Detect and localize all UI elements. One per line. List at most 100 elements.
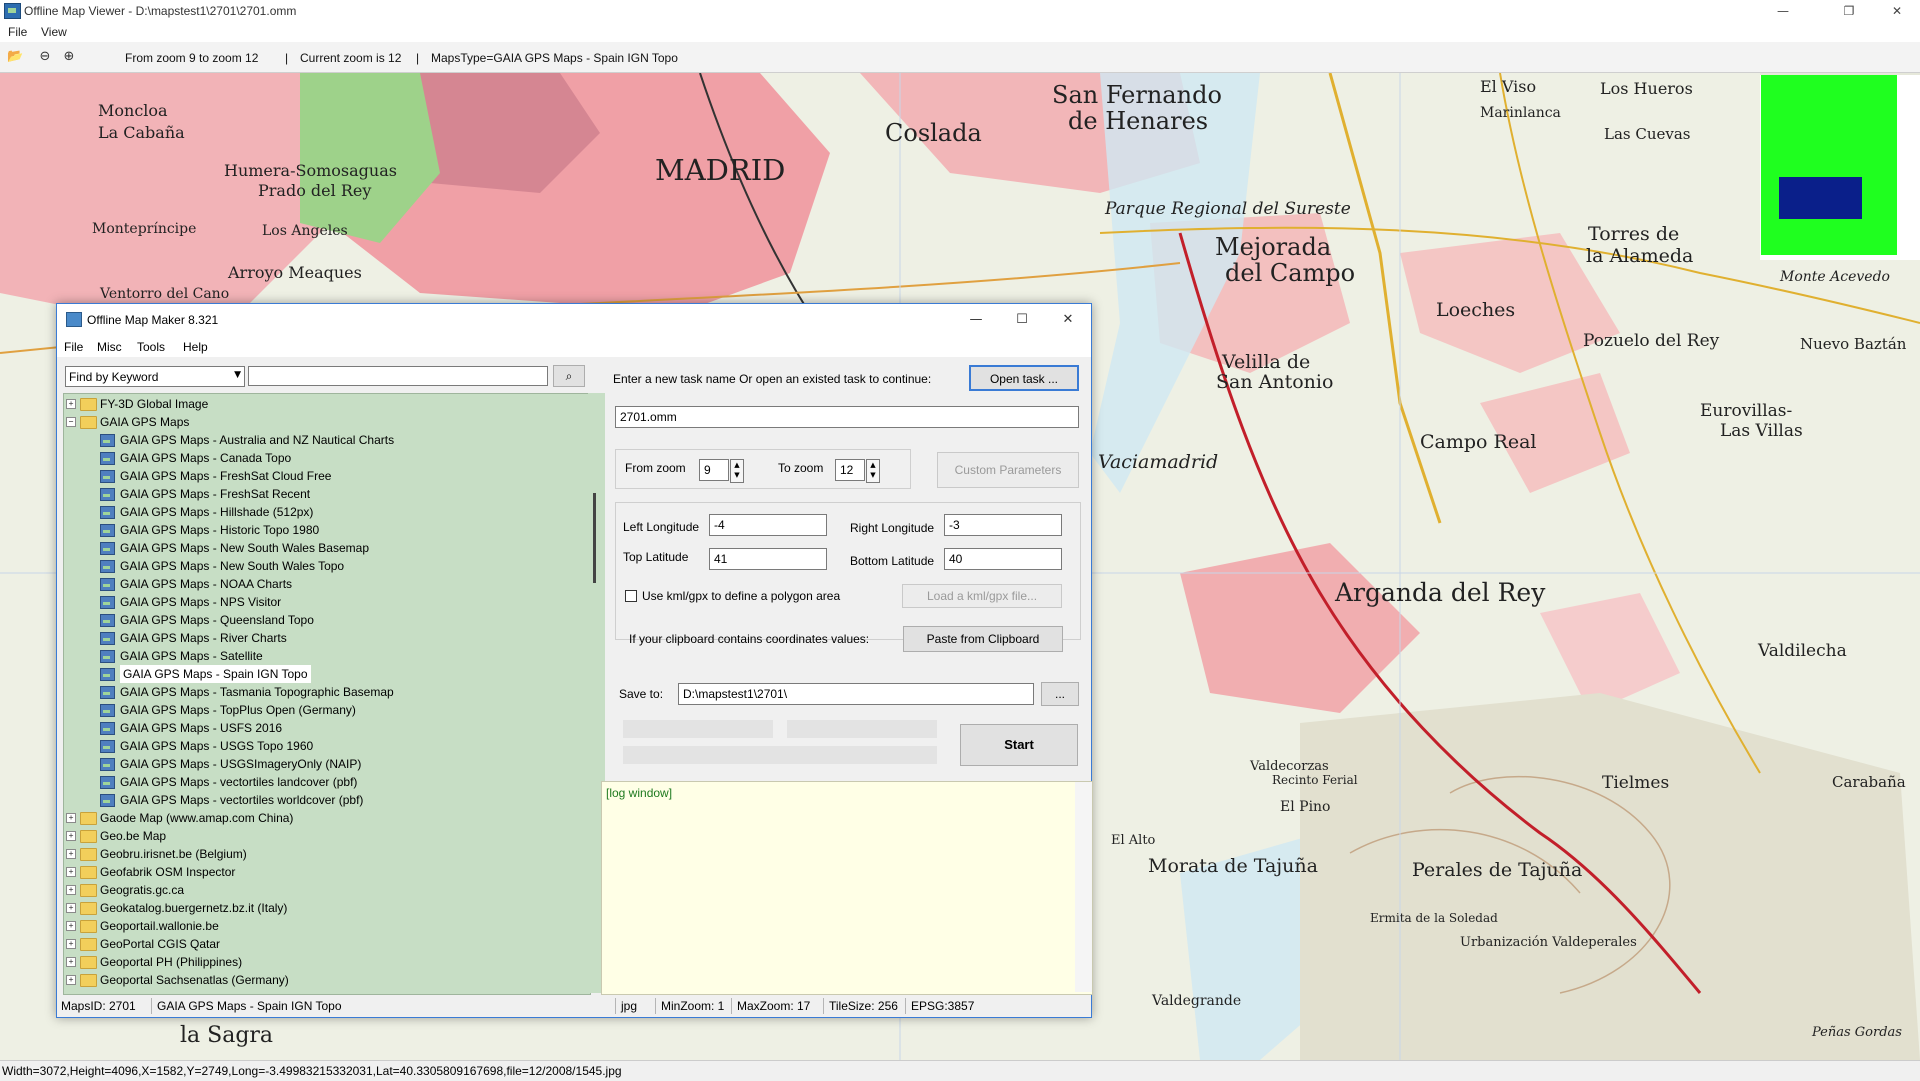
tree-folder-item[interactable]: + FY-3D Global Image bbox=[64, 395, 584, 413]
tree-folder-item[interactable]: + Geogratis.gc.ca bbox=[64, 881, 584, 899]
tree-map-item[interactable]: GAIA GPS Maps - vectortiles worldcover (… bbox=[64, 791, 584, 809]
dialog-minimize-button[interactable]: — bbox=[953, 304, 999, 335]
top-latitude-input[interactable] bbox=[709, 548, 827, 570]
tree-map-item[interactable]: GAIA GPS Maps - Satellite bbox=[64, 647, 584, 665]
tree-map-item[interactable]: GAIA GPS Maps - USGSImageryOnly (NAIP) bbox=[64, 755, 584, 773]
search-button[interactable]: ⌕ bbox=[553, 365, 585, 387]
tree-map-item[interactable]: GAIA GPS Maps - Hillshade (512px) bbox=[64, 503, 584, 521]
close-button[interactable]: ✕ bbox=[1874, 0, 1920, 22]
tree-folder-item[interactable]: + GeoPortal CGIS Qatar bbox=[64, 935, 584, 953]
tree-map-item[interactable]: GAIA GPS Maps - Tasmania Topographic Bas… bbox=[64, 683, 584, 701]
collapse-icon[interactable]: − bbox=[66, 417, 76, 427]
save-path-input[interactable] bbox=[678, 683, 1034, 705]
expand-icon[interactable]: + bbox=[66, 921, 76, 931]
save-to-label: Save to: bbox=[619, 687, 664, 701]
dialog-menu-misc[interactable]: Misc bbox=[97, 340, 122, 354]
restore-button[interactable]: ❐ bbox=[1826, 0, 1872, 22]
tree-item-label: GAIA GPS Maps - Historic Topo 1980 bbox=[120, 523, 320, 537]
log-window[interactable]: [log window] bbox=[601, 781, 1093, 995]
tree-folder-item[interactable]: + Geoportal Sachsenatlas (Germany) bbox=[64, 971, 584, 989]
menu-view[interactable]: View bbox=[41, 25, 67, 39]
chevron-down-icon: ▼ bbox=[234, 370, 241, 380]
dialog-menu-tools[interactable]: Tools bbox=[137, 340, 165, 354]
tree-map-item[interactable]: GAIA GPS Maps - Queensland Topo bbox=[64, 611, 584, 629]
expand-icon[interactable]: + bbox=[66, 975, 76, 985]
kml-checkbox[interactable] bbox=[625, 590, 637, 602]
map-source-tree[interactable]: + FY-3D Global Image − GAIA GPS Maps GAIA GP… bbox=[63, 393, 591, 995]
expand-icon[interactable]: + bbox=[66, 831, 76, 841]
overview-frame bbox=[1761, 75, 1897, 255]
tree-folder-item[interactable]: + Geofabrik OSM Inspector bbox=[64, 863, 584, 881]
tree-map-item[interactable]: GAIA GPS Maps - New South Wales Topo bbox=[64, 557, 584, 575]
dialog-menu-help[interactable]: Help bbox=[183, 340, 208, 354]
overview-map[interactable] bbox=[1760, 75, 1920, 260]
tree-map-item[interactable]: GAIA GPS Maps - Canada Topo bbox=[64, 449, 584, 467]
tree-map-item[interactable]: GAIA GPS Maps - Spain IGN Topo bbox=[64, 665, 584, 683]
folder-icon bbox=[80, 812, 97, 825]
open-task-button[interactable]: Open task ... bbox=[969, 365, 1079, 391]
to-zoom-spinner[interactable]: ▲ ▼ bbox=[866, 459, 880, 483]
progress-bar-2 bbox=[787, 720, 937, 738]
tree-folder-item[interactable]: + Geokatalog.buergernetz.bz.it (Italy) bbox=[64, 899, 584, 917]
bottom-latitude-label: Bottom Latitude bbox=[850, 554, 935, 568]
browse-button[interactable]: ... bbox=[1041, 682, 1079, 706]
expand-icon[interactable]: + bbox=[66, 399, 76, 409]
tree-scroll-thumb[interactable] bbox=[593, 493, 596, 583]
from-zoom-input[interactable] bbox=[699, 459, 729, 481]
expand-icon[interactable]: + bbox=[66, 813, 76, 823]
minimize-button[interactable]: — bbox=[1760, 0, 1806, 22]
tree-map-item[interactable]: GAIA GPS Maps - NPS Visitor bbox=[64, 593, 584, 611]
tree-map-item[interactable]: GAIA GPS Maps - USFS 2016 bbox=[64, 719, 584, 737]
expand-icon[interactable]: + bbox=[66, 885, 76, 895]
right-longitude-input[interactable] bbox=[944, 514, 1062, 536]
task-name-input[interactable] bbox=[615, 406, 1079, 428]
search-input[interactable] bbox=[248, 366, 548, 386]
expand-icon[interactable]: + bbox=[66, 903, 76, 913]
tree-folder-item[interactable]: + Geo.be Map bbox=[64, 827, 584, 845]
load-kml-button[interactable]: Load a kml/gpx file... bbox=[902, 584, 1062, 608]
expand-icon[interactable]: + bbox=[66, 849, 76, 859]
to-zoom-input[interactable] bbox=[835, 459, 865, 481]
search-mode-select[interactable]: Find by Keyword ▼ bbox=[65, 366, 245, 387]
tree-map-item[interactable]: GAIA GPS Maps - NOAA Charts bbox=[64, 575, 584, 593]
tree-map-item[interactable]: GAIA GPS Maps - New South Wales Basemap bbox=[64, 539, 584, 557]
expand-icon[interactable]: + bbox=[66, 957, 76, 967]
kml-checkbox-label: Use kml/gpx to define a polygon area bbox=[642, 589, 841, 603]
tree-map-item[interactable]: GAIA GPS Maps - Historic Topo 1980 bbox=[64, 521, 584, 539]
tree-folder-item[interactable]: + Gaode Map (www.amap.com China) bbox=[64, 809, 584, 827]
tree-map-item[interactable]: GAIA GPS Maps - FreshSat Recent bbox=[64, 485, 584, 503]
map-label: Vaciamadrid bbox=[1098, 451, 1219, 473]
tree-folder-item[interactable]: + Geoportail.wallonie.be bbox=[64, 917, 584, 935]
dialog-close-button[interactable]: ✕ bbox=[1045, 304, 1091, 335]
tree-folder-item[interactable]: + Geobru.irisnet.be (Belgium) bbox=[64, 845, 584, 863]
expand-icon[interactable]: + bbox=[66, 867, 76, 877]
tree-map-item[interactable]: GAIA GPS Maps - USGS Topo 1960 bbox=[64, 737, 584, 755]
zoom-out-icon[interactable]: ⊖ bbox=[38, 50, 52, 64]
zoom-in-icon[interactable]: ⊕ bbox=[62, 50, 76, 64]
from-zoom-spinner[interactable]: ▲ ▼ bbox=[730, 459, 744, 483]
custom-parameters-button[interactable]: Custom Parameters bbox=[937, 452, 1079, 488]
tree-folder-item[interactable]: + Geoportal PH (Philippines) bbox=[64, 953, 584, 971]
open-folder-icon[interactable]: 📂 bbox=[7, 50, 23, 64]
expand-icon[interactable]: + bbox=[66, 939, 76, 949]
window-title: Offline Map Viewer - D:\mapstest1\2701\2… bbox=[24, 4, 297, 18]
tree-item-label: GAIA GPS Maps - USFS 2016 bbox=[120, 721, 283, 735]
tree-map-item[interactable]: GAIA GPS Maps - River Charts bbox=[64, 629, 584, 647]
bottom-latitude-input[interactable] bbox=[944, 548, 1062, 570]
left-longitude-input[interactable] bbox=[709, 514, 827, 536]
tree-map-item[interactable]: GAIA GPS Maps - FreshSat Cloud Free bbox=[64, 467, 584, 485]
dialog-maximize-button[interactable]: ☐ bbox=[999, 304, 1045, 335]
to-zoom-label: To zoom bbox=[778, 461, 824, 475]
log-scrollbar[interactable] bbox=[1075, 782, 1092, 992]
map-label: El Viso bbox=[1480, 77, 1537, 96]
tree-map-item[interactable]: GAIA GPS Maps - vectortiles landcover (p… bbox=[64, 773, 584, 791]
tree-map-item[interactable]: GAIA GPS Maps - Australia and NZ Nautica… bbox=[64, 431, 584, 449]
menu-file[interactable]: File bbox=[8, 25, 27, 39]
tree-item-label: GAIA GPS Maps bbox=[100, 415, 190, 429]
tree-folder-item[interactable]: − GAIA GPS Maps bbox=[64, 413, 584, 431]
paste-clipboard-button[interactable]: Paste from Clipboard bbox=[903, 626, 1063, 652]
dialog-menu-file[interactable]: File bbox=[64, 340, 83, 354]
overview-viewport[interactable] bbox=[1779, 177, 1862, 219]
tree-map-item[interactable]: GAIA GPS Maps - TopPlus Open (Germany) bbox=[64, 701, 584, 719]
start-button[interactable]: Start bbox=[960, 724, 1078, 766]
